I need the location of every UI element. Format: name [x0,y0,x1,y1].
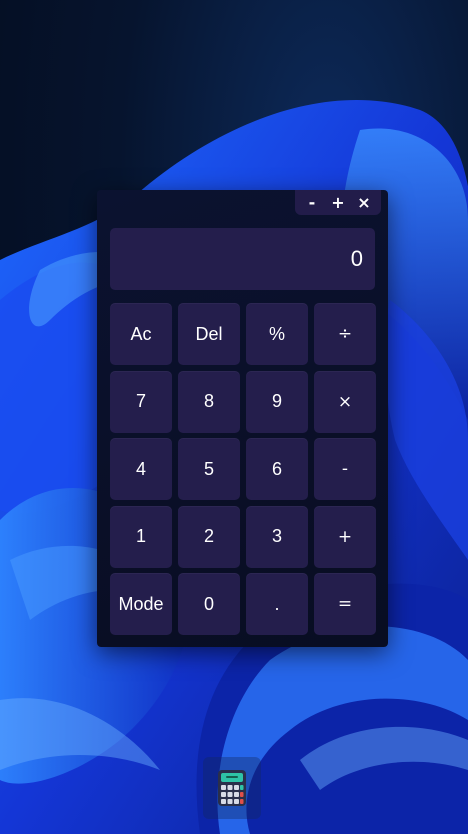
percent-button[interactable]: % [246,303,308,365]
minimize-button[interactable]: - [302,192,322,214]
digit-6-button[interactable]: 6 [246,438,308,500]
digit-5-button[interactable]: 5 [178,438,240,500]
keypad: Ac Del % ÷ 7 8 9 × 4 5 6 - 1 2 3 + Mode … [110,303,376,635]
display-value: 0 [350,246,363,271]
digit-1-button[interactable]: 1 [110,505,172,568]
mode-button[interactable]: Mode [110,573,172,635]
maximize-button[interactable]: + [328,192,348,214]
digit-7-button[interactable]: 7 [110,370,172,433]
taskbar-calculator-app[interactable] [203,757,261,819]
clear-button[interactable]: Ac [110,303,172,365]
divide-button[interactable]: ÷ [314,303,376,365]
window-controls: - + × [295,190,381,215]
digit-8-button[interactable]: 8 [178,370,240,433]
calculator-display: 0 [110,228,375,290]
multiply-button[interactable]: × [314,370,376,433]
subtract-button[interactable]: - [314,438,376,500]
digit-0-button[interactable]: 0 [178,573,240,635]
decimal-button[interactable]: . [246,573,308,635]
digit-9-button[interactable]: 9 [246,370,308,433]
digit-3-button[interactable]: 3 [246,505,308,568]
close-button[interactable]: × [354,192,374,214]
equals-button[interactable]: = [314,573,376,635]
calculator-window: - + × 0 Ac Del % ÷ 7 8 9 × 4 5 6 - 1 2 3… [97,190,388,647]
calculator-icon [218,770,246,806]
digit-2-button[interactable]: 2 [178,505,240,568]
desktop: - + × 0 Ac Del % ÷ 7 8 9 × 4 5 6 - 1 2 3… [0,0,468,834]
digit-4-button[interactable]: 4 [110,438,172,500]
delete-button[interactable]: Del [178,303,240,365]
add-button[interactable]: + [314,505,376,568]
